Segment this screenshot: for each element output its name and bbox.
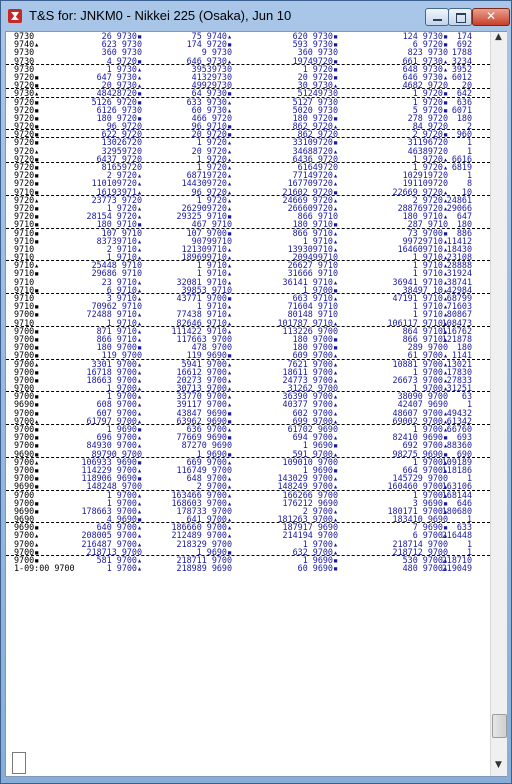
trade-cell-last: 219049 [441, 563, 472, 574]
time-and-sales-pane: 9730 26 9730▪ 75 9740▴ 620 9730▪ 124 9730▪ 17… [5, 31, 507, 777]
arrow-up-icon: ▲ [495, 32, 502, 42]
vertical-scrollbar[interactable]: ▲ ▼ [490, 32, 507, 776]
title-bar[interactable]: T&S for: JNKM0 - Nikkei 225 (Osaka), Jun… [1, 1, 511, 31]
trade-cell-bid: 1 9700▴ [106, 563, 142, 574]
scroll-thumb[interactable] [492, 714, 507, 738]
trade-row[interactable]: 1-09:00 9700 1 9700▴ 218989 9690 60 9690▪ 48… [6, 563, 490, 574]
trades-list: 9730 26 9730▪ 75 9740▴ 620 9730▪ 124 9730▪ 17… [6, 32, 490, 732]
scroll-up-button[interactable]: ▲ [491, 32, 507, 48]
app-icon[interactable] [8, 9, 22, 23]
trade-cell-trade: 60 9690▪ [297, 563, 338, 574]
trade-cell-ask: 218989 9690 [176, 563, 232, 574]
arrow-down-icon: ▼ [495, 760, 502, 770]
tns-window: T&S for: JNKM0 - Nikkei 225 (Osaka), Jun… [0, 0, 512, 784]
scroll-down-button[interactable]: ▼ [491, 760, 507, 776]
maximize-button[interactable] [448, 8, 472, 26]
command-input[interactable] [12, 752, 26, 774]
window-title: T&S for: JNKM0 - Nikkei 225 (Osaka), Jun… [29, 8, 292, 23]
minimize-button[interactable] [425, 8, 449, 26]
trade-cell-time: 1-09:00 9700 [14, 563, 75, 574]
close-button[interactable] [472, 8, 510, 26]
